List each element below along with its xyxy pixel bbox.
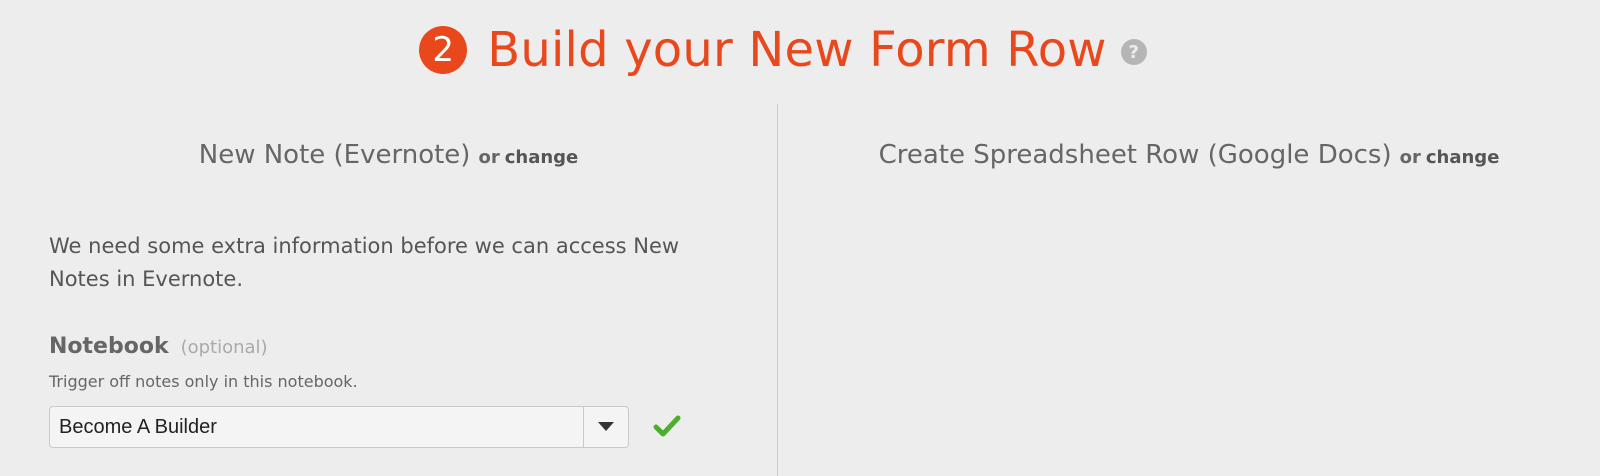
optional-hint: (optional) xyxy=(180,337,268,358)
trigger-app-name: New Note (Evernote) xyxy=(198,140,471,170)
check-icon xyxy=(653,415,681,437)
page-title: Build your New Form Row xyxy=(487,22,1107,78)
step-number-badge: 2 xyxy=(419,26,468,74)
notebook-select-value: Become A Builder xyxy=(59,415,217,438)
notebook-select[interactable]: Become A Builder xyxy=(49,406,629,448)
action-app-heading: Create Spreadsheet Row (Google Docs) or … xyxy=(778,140,1600,176)
trigger-app-heading: New Note (Evernote) or change xyxy=(0,140,777,176)
page-header: 2 Build your New Form Row ? xyxy=(0,14,1600,86)
trigger-or-text: or xyxy=(478,147,500,168)
question-circle-icon[interactable]: ? xyxy=(1120,39,1147,65)
notebook-label: Notebook xyxy=(49,334,169,359)
notebook-help-text: Trigger off notes only in this notebook. xyxy=(49,372,358,391)
notebook-field-label: Notebook (optional) xyxy=(49,334,268,359)
caret-down-icon[interactable] xyxy=(583,407,628,447)
trigger-info-text: We need some extra information before we… xyxy=(49,234,680,291)
trigger-change-link[interactable]: change xyxy=(505,147,579,168)
action-app-name: Create Spreadsheet Row (Google Docs) xyxy=(878,140,1392,170)
action-or-text: or xyxy=(1399,147,1421,168)
action-change-link[interactable]: change xyxy=(1426,147,1500,168)
